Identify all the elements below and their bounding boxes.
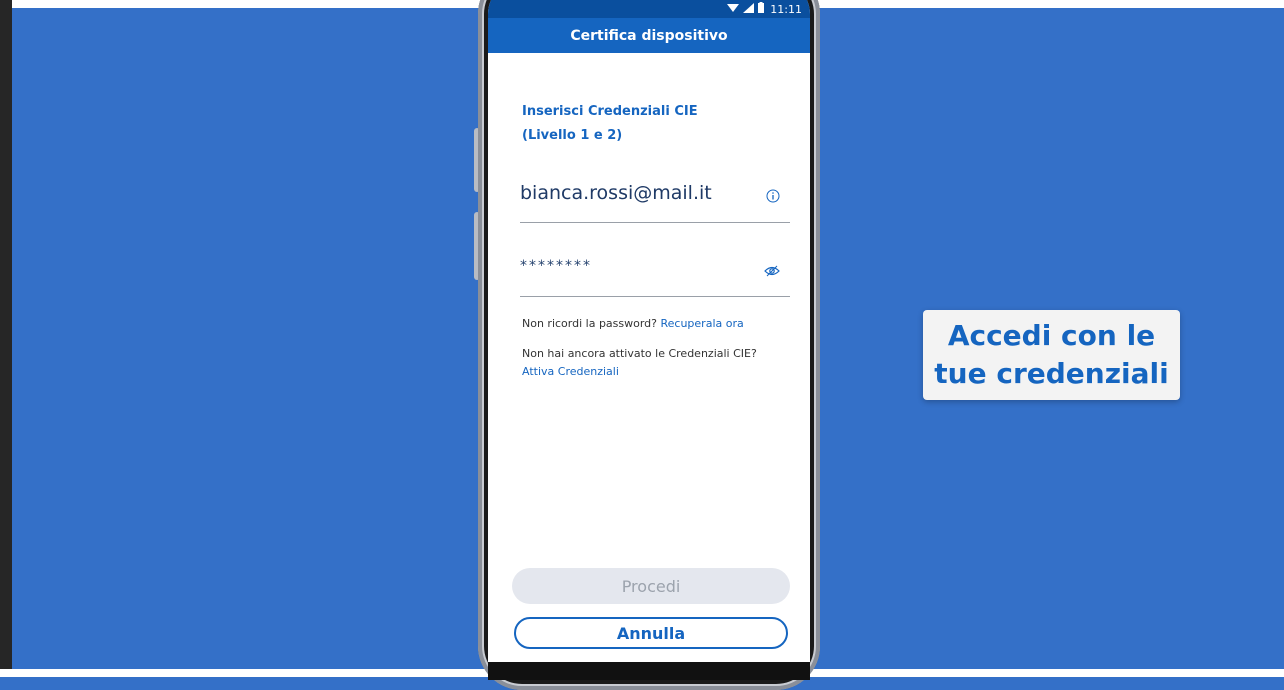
form-heading-line2: (Livello 1 e 2) [522,128,623,143]
forgot-password-row: Non ricordi la password? Recuperala ora [522,317,802,330]
eye-icon[interactable] [764,262,780,281]
battery-icon [758,2,764,16]
username-value[interactable]: bianca.rossi@mail.it [520,182,712,204]
annulla-button[interactable]: Annulla [514,617,788,649]
password-field[interactable]: ******** [520,250,790,297]
signal-icon [743,2,754,16]
form-heading-line1: Inserisci Credenziali CIE [522,104,698,119]
password-value[interactable]: ******** [520,258,592,274]
callout-line2: tue credenziali [934,357,1169,390]
callout-line1: Accedi con le [947,319,1156,352]
username-field[interactable]: bianca.rossi@mail.it [520,176,790,223]
forgot-password-text: Non ricordi la password? [522,317,661,330]
status-time: 11:11 [770,3,802,16]
page-title: Certifica dispositivo [488,18,810,53]
wifi-icon [727,3,739,16]
phone-screen: 11:11 Certifica dispositivo Inserisci Cr… [488,0,810,680]
callout-label: Accedi con le tue credenziali [923,310,1180,400]
activate-credentials-row: Non hai ancora attivato le Credenziali C… [522,345,802,381]
navigation-bar [488,662,810,680]
status-icons [727,2,764,16]
recover-password-link[interactable]: Recuperala ora [661,317,744,330]
info-icon[interactable] [766,188,780,207]
left-border [0,0,12,677]
activate-credentials-link[interactable]: Attiva Credenziali [522,365,619,378]
status-bar: 11:11 [488,0,810,18]
form-heading: Inserisci Credenziali CIE (Livello 1 e 2… [522,100,782,148]
activate-credentials-text: Non hai ancora attivato le Credenziali C… [522,347,757,360]
procedi-button[interactable]: Procedi [512,568,790,604]
